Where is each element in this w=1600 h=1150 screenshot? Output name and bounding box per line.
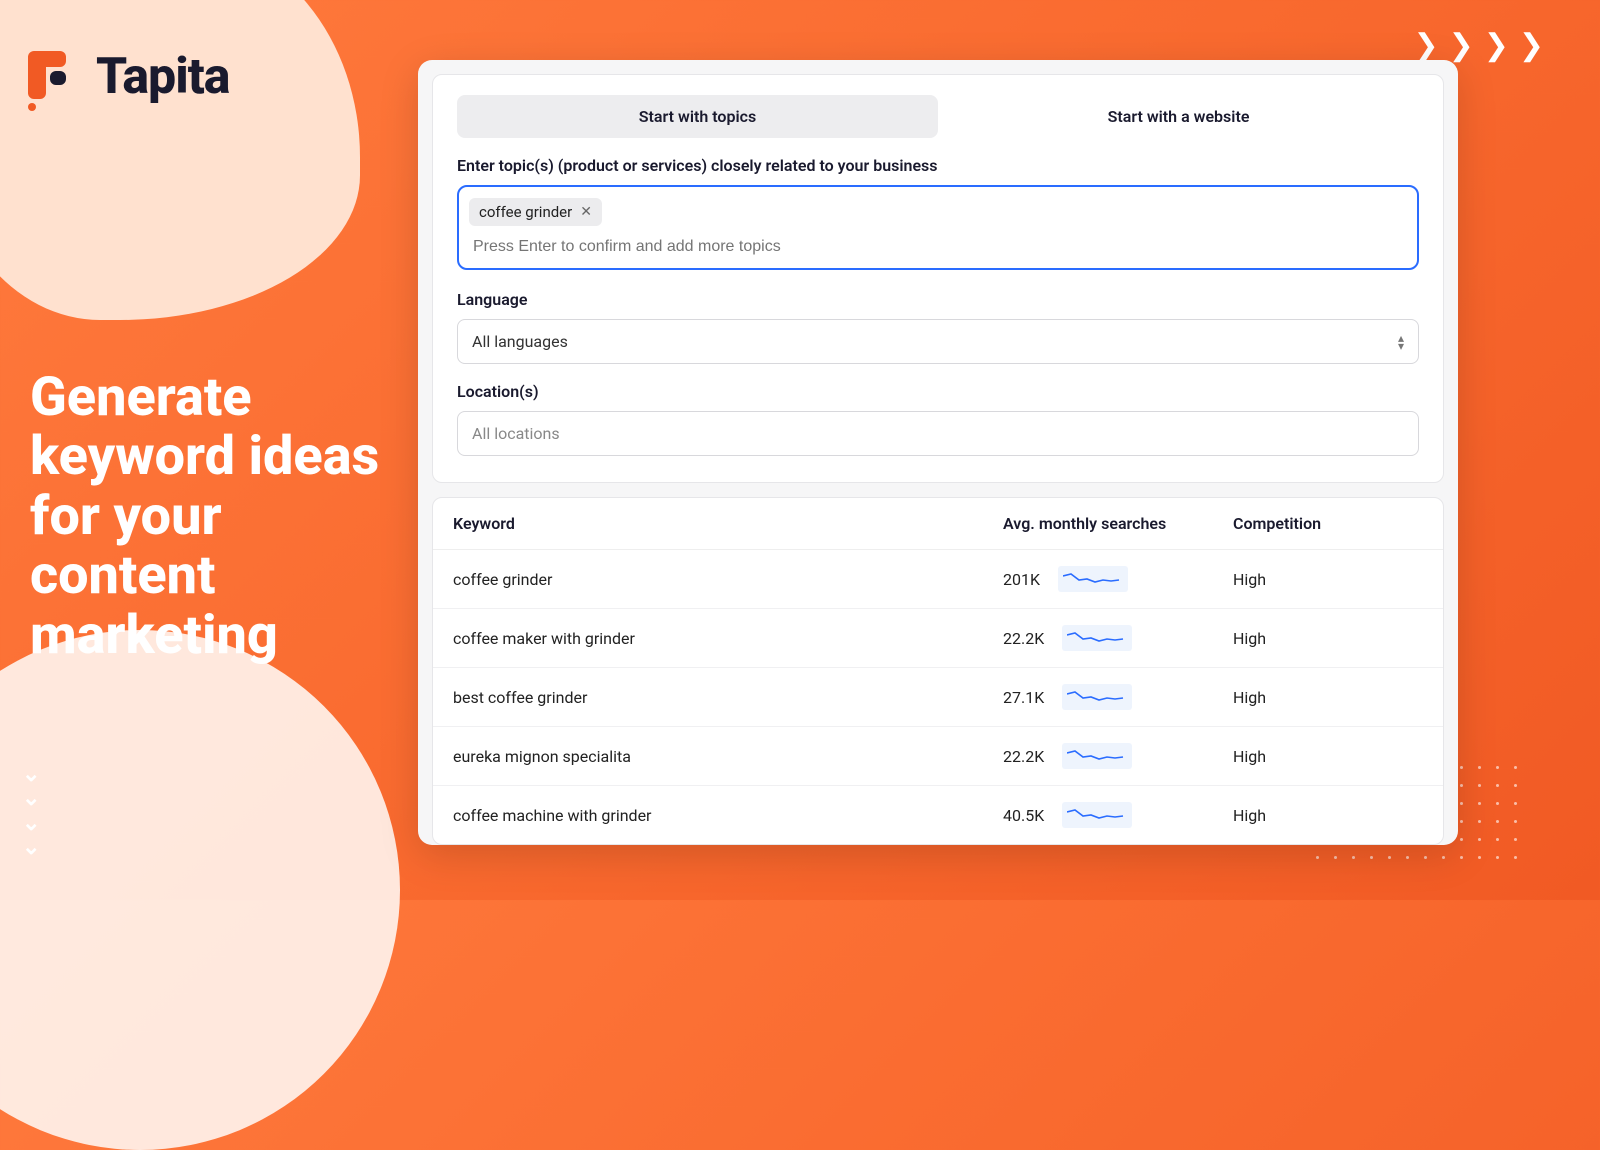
topic-input[interactable] <box>469 230 1407 260</box>
cell-searches: 22.2K <box>1003 625 1233 651</box>
language-select[interactable]: All languages ▴▾ <box>457 319 1419 364</box>
search-panel: Start with topics Start with a website E… <box>432 74 1444 483</box>
location-value: All locations <box>472 424 560 443</box>
cell-searches: 201K <box>1003 566 1233 592</box>
chevron-down-icon: ⌄⌄⌄⌄ <box>22 763 40 860</box>
tab-topics[interactable]: Start with topics <box>457 95 938 138</box>
cell-keyword: coffee grinder <box>453 570 1003 589</box>
sparkline-icon <box>1062 684 1132 710</box>
language-value: All languages <box>472 332 568 351</box>
sparkline-icon <box>1058 566 1128 592</box>
table-row[interactable]: coffee grinder201KHigh <box>433 550 1443 608</box>
cell-keyword: best coffee grinder <box>453 688 1003 707</box>
chevron-right-icon: ❯❯❯❯ <box>1413 28 1554 63</box>
cell-searches: 40.5K <box>1003 802 1233 828</box>
chip-label: coffee grinder <box>479 203 572 221</box>
col-keyword: Keyword <box>453 514 1003 533</box>
cell-competition: High <box>1233 629 1423 648</box>
decorative-blob <box>0 630 400 1150</box>
cell-competition: High <box>1233 688 1423 707</box>
sparkline-icon <box>1062 625 1132 651</box>
cell-keyword: coffee machine with grinder <box>453 806 1003 825</box>
tab-label: Start with topics <box>639 107 756 126</box>
results-table: Keyword Avg. monthly searches Competitio… <box>432 497 1444 845</box>
table-header: Keyword Avg. monthly searches Competitio… <box>433 498 1443 550</box>
cell-keyword: eureka mignon specialita <box>453 747 1003 766</box>
close-icon[interactable]: ✕ <box>580 204 592 220</box>
cell-searches: 22.2K <box>1003 743 1233 769</box>
cell-competition: High <box>1233 570 1423 589</box>
table-row[interactable]: eureka mignon specialita22.2KHigh <box>433 726 1443 785</box>
tab-website[interactable]: Start with a website <box>938 95 1419 138</box>
brand-name: Tapita <box>96 48 229 106</box>
col-searches: Avg. monthly searches <box>1003 514 1233 533</box>
logo-icon <box>28 51 80 103</box>
col-competition: Competition <box>1233 514 1423 533</box>
tab-label: Start with a website <box>1108 107 1250 126</box>
topic-tag-input[interactable]: coffee grinder ✕ <box>457 185 1419 270</box>
location-input[interactable]: All locations <box>457 411 1419 456</box>
tab-bar: Start with topics Start with a website <box>457 95 1419 138</box>
topic-chip: coffee grinder ✕ <box>469 198 602 226</box>
sparkline-icon <box>1062 802 1132 828</box>
hero-headline: Generate keyword ideas for your content … <box>30 368 390 665</box>
cell-searches: 27.1K <box>1003 684 1233 710</box>
location-label: Location(s) <box>457 382 1419 401</box>
cell-competition: High <box>1233 806 1423 825</box>
language-label: Language <box>457 290 1419 309</box>
table-row[interactable]: coffee maker with grinder22.2KHigh <box>433 608 1443 667</box>
cell-keyword: coffee maker with grinder <box>453 629 1003 648</box>
chevron-updown-icon: ▴▾ <box>1398 334 1404 350</box>
sparkline-icon <box>1062 743 1132 769</box>
brand-logo: Tapita <box>28 48 229 106</box>
keyword-tool-card: Start with topics Start with a website E… <box>418 60 1458 845</box>
cell-competition: High <box>1233 747 1423 766</box>
table-row[interactable]: best coffee grinder27.1KHigh <box>433 667 1443 726</box>
topic-label: Enter topic(s) (product or services) clo… <box>457 156 1419 175</box>
table-row[interactable]: coffee machine with grinder40.5KHigh <box>433 785 1443 844</box>
